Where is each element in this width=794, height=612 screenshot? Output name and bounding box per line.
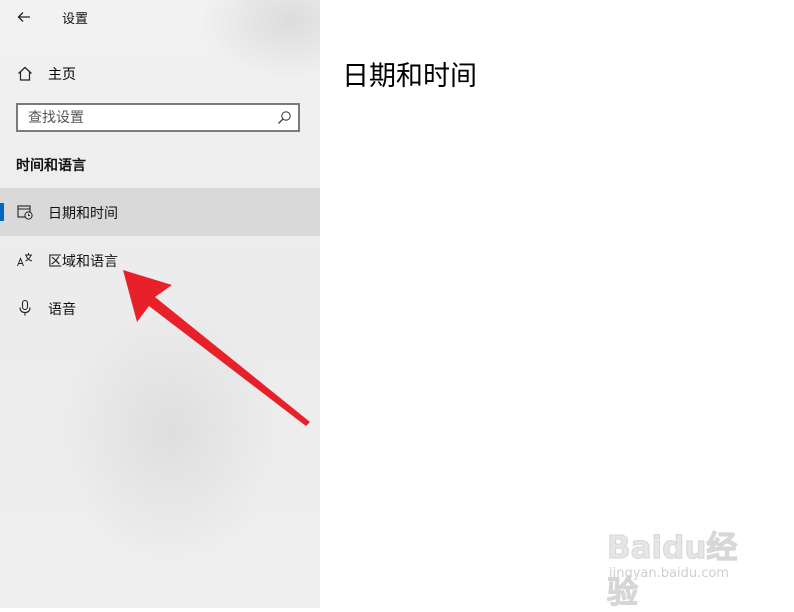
app-title: 设置 xyxy=(62,12,89,27)
section-heading: 时间和语言 xyxy=(16,158,86,174)
nav-home-label: 主页 xyxy=(48,67,76,83)
sidebar: 设置 主页 时间和语言 日期和时间 区域和语言 xyxy=(0,0,320,608)
sidebar-item-label: 语音 xyxy=(48,302,76,318)
nav-home[interactable]: 主页 xyxy=(0,56,320,90)
page-title: 日期和时间 xyxy=(342,61,477,92)
sidebar-item-label: 日期和时间 xyxy=(48,206,118,222)
watermark-url: jingyan.baidu.com xyxy=(609,566,729,581)
sidebar-item-date-time[interactable]: 日期和时间 xyxy=(0,188,320,236)
main-content: 日期和时间 xyxy=(320,0,794,608)
selection-indicator xyxy=(0,203,4,221)
back-button[interactable] xyxy=(10,4,38,30)
calendar-clock-icon xyxy=(17,205,33,220)
search-icon[interactable] xyxy=(277,110,292,125)
watermark: Baidu经验 jingyan.baidu.com xyxy=(607,522,757,612)
search-input[interactable] xyxy=(18,105,268,130)
back-arrow-icon xyxy=(17,12,30,22)
sidebar-item-region-language[interactable]: 区域和语言 xyxy=(0,236,320,284)
sidebar-item-speech[interactable]: 语音 xyxy=(0,284,320,332)
language-icon xyxy=(17,253,33,267)
sidebar-item-label: 区域和语言 xyxy=(48,254,118,270)
home-icon xyxy=(18,66,32,81)
microphone-icon xyxy=(19,299,31,316)
title-bar: 设置 xyxy=(0,0,320,34)
search-box xyxy=(16,103,300,132)
